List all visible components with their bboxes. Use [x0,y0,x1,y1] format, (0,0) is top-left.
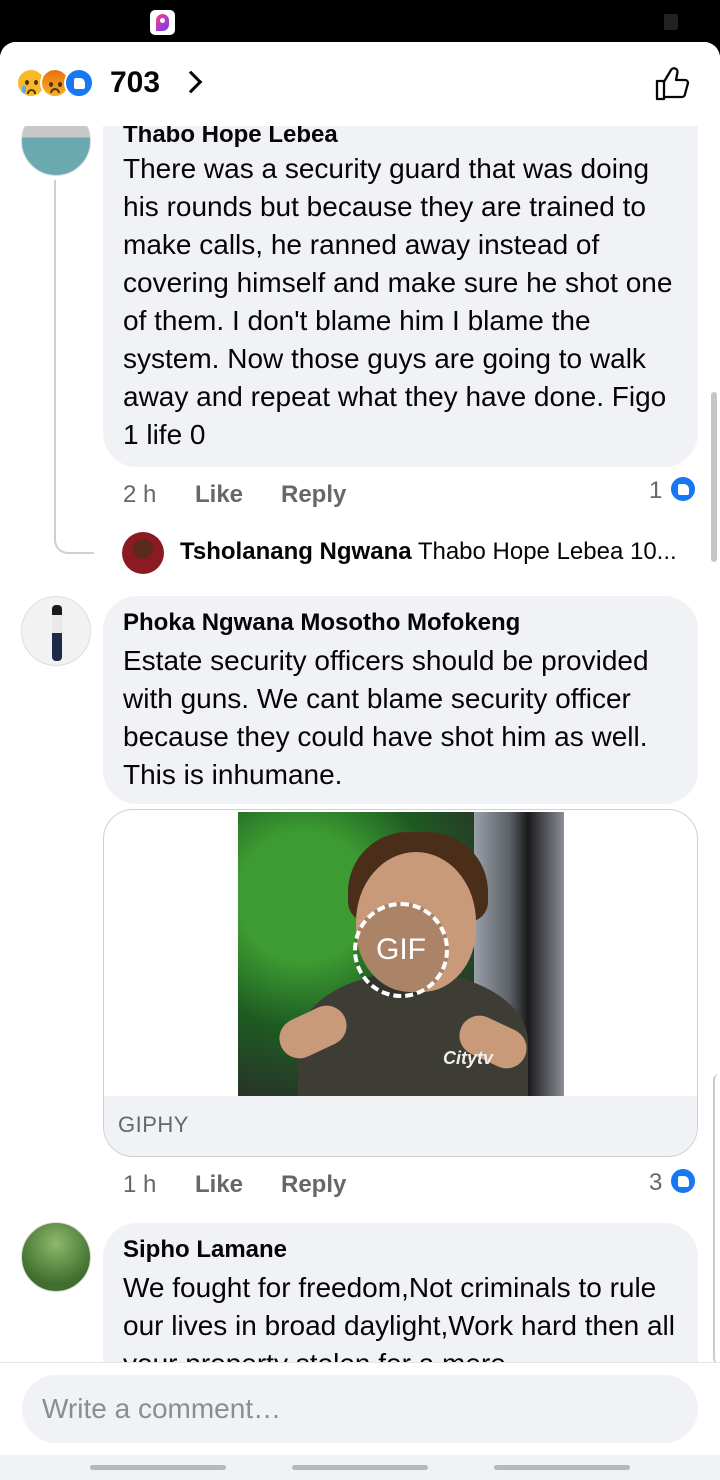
like-icon[interactable] [654,64,692,102]
recent-apps-key[interactable] [90,1465,226,1470]
comment-text: There was a security guard that was doin… [123,153,673,450]
comment-time[interactable]: 1 h [123,1170,156,1200]
edge-panel-handle[interactable] [713,1074,719,1364]
battery-icon [664,14,678,30]
avatar[interactable] [21,1222,91,1292]
gif-play-badge[interactable]: GIF [353,902,449,998]
like-button[interactable]: Like [195,480,243,510]
system-nav-bar [0,1455,720,1480]
like-badge-icon [669,1167,697,1195]
reply-preview[interactable]: Tsholanang Ngwana Thabo Hope Lebea 10... [180,536,677,568]
like-count: 1 [649,477,663,504]
gif-attachment[interactable]: GIF Citytv GIPHY [103,809,698,1157]
chevron-right-icon[interactable] [179,70,203,94]
like-reaction-icon [64,68,94,98]
app-notification-icon [150,10,175,35]
reply-author: Tsholanang Ngwana [180,538,412,565]
back-key[interactable] [494,1465,630,1470]
comment-input[interactable] [22,1375,698,1443]
comment-author[interactable]: Sipho Lamane [123,1235,287,1265]
reply-thread-line [54,180,94,554]
gif-source-label[interactable]: GIPHY [118,1112,189,1138]
reply-avatar[interactable] [122,532,164,574]
reaction-summary[interactable] [16,66,106,100]
like-count: 3 [649,1169,663,1196]
reply-button[interactable]: Reply [281,1170,346,1200]
comment-author[interactable]: Phoka Ngwana Mosotho Mofokeng [123,608,520,638]
scrollbar[interactable] [711,392,717,562]
gif-image[interactable]: GIF Citytv [238,812,564,1096]
avatar[interactable] [21,596,91,666]
comment-bubble[interactable]: Phoka Ngwana Mosotho Mofokeng Estate sec… [103,596,698,804]
comments-sheet: 703 Thabo Hope Lebea There was a securit… [0,42,720,1480]
reply-button[interactable]: Reply [281,480,346,510]
reaction-count[interactable]: 703 [110,64,160,102]
gif-footer [104,1096,697,1156]
like-badge-icon [669,475,697,503]
comment-text: Estate security officers should be provi… [123,645,649,790]
like-button[interactable]: Like [195,1170,243,1200]
status-bar [0,0,720,44]
comment-bubble[interactable]: Thabo Hope Lebea There was a security gu… [103,92,698,467]
gif-watermark: Citytv [443,1048,494,1068]
comment-composer [0,1362,720,1480]
home-key[interactable] [292,1465,428,1470]
comment-time[interactable]: 2 h [123,480,156,510]
comments-header: 703 [0,42,720,126]
reply-preview-text: Thabo Hope Lebea 10... [417,538,677,565]
